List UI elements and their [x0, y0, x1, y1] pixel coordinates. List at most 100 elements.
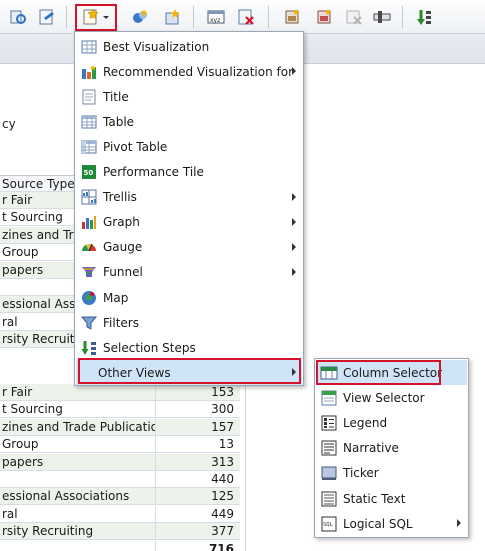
table-cell-value: 440 [155, 471, 240, 488]
add-view-icon [165, 9, 180, 25]
other-views-submenu: Column Selector View Selector Legend Narrat… [314, 358, 469, 538]
column-selector-icon [320, 364, 338, 382]
menu-item-funnel[interactable]: Funnel [76, 260, 302, 285]
table-row [0, 279, 76, 296]
table-cell: essional Associa [0, 296, 76, 314]
menu-item-title[interactable]: Title [76, 84, 302, 109]
menu-item-gauge[interactable]: Gauge [76, 235, 302, 260]
trellis-icon [80, 188, 98, 206]
table-cell-value: 313 [155, 453, 240, 471]
menu-item-label: Title [103, 89, 129, 104]
table-cell: papers [0, 453, 155, 471]
delete-view-button[interactable] [236, 7, 256, 27]
menu-item-other-views[interactable]: Other Views [76, 360, 302, 386]
table-cell: t Sourcing [0, 209, 76, 227]
map-icon [80, 289, 98, 307]
refresh-icon [10, 10, 26, 24]
pivot-table-icon [80, 138, 98, 156]
table-cell-value: 300 [155, 401, 240, 419]
delete-view-button-disabled[interactable] [344, 7, 364, 27]
table-row: papers 313 [0, 453, 240, 471]
menu-item-view-selector[interactable]: View Selector [316, 385, 467, 410]
menu-item-best-visualization[interactable]: Best Visualization [76, 34, 302, 59]
remove-icon [317, 9, 331, 24]
view-properties-button[interactable] [282, 7, 302, 27]
menu-item-label: Recommended Visualization for [103, 64, 294, 79]
submenu-arrow-icon [292, 67, 296, 76]
menu-item-label: Legend [343, 415, 388, 430]
table-row: rsity Recruiting 377 [0, 523, 240, 541]
submenu-arrow-icon [292, 368, 296, 377]
settings-icon [373, 11, 391, 23]
table-cell: t Sourcing [0, 401, 155, 419]
submenu-arrow-icon [457, 519, 461, 528]
edit-view-button[interactable] [37, 7, 57, 27]
menu-item-label: Graph [103, 215, 140, 230]
table-cell-value: 377 [155, 523, 240, 541]
table-cell-value: 153 [155, 384, 240, 401]
remove-view-button[interactable] [314, 7, 334, 27]
menu-item-trellis[interactable]: Trellis [76, 185, 302, 210]
table-cell: Group [0, 436, 155, 454]
menu-item-map[interactable]: Map [76, 285, 302, 310]
toolbar-separator [66, 6, 67, 28]
sort-button[interactable] [414, 7, 434, 27]
table-row: papers [0, 261, 76, 279]
menu-item-recommended-visualization-for[interactable]: Recommended Visualization for [76, 59, 302, 84]
menu-item-label: Gauge [103, 240, 143, 255]
selection-steps-icon [80, 339, 98, 357]
static-text-icon [320, 490, 338, 508]
menu-item-performance-tile[interactable]: 50 Performance Tile [76, 160, 302, 185]
submenu-arrow-icon [292, 267, 296, 276]
table-row: essional Associations 125 [0, 488, 240, 506]
menu-item-graph[interactable]: Graph [76, 210, 302, 235]
menu-item-column-selector[interactable]: Column Selector [316, 360, 467, 385]
menu-item-label: Table [103, 114, 135, 129]
menu-item-logical-sql[interactable]: SQL Logical SQL [316, 511, 467, 536]
menu-item-label: Performance Tile [103, 165, 204, 179]
menu-item-pivot-table[interactable]: Pivot Table [76, 134, 302, 159]
menu-item-label: Static Text [343, 491, 406, 506]
table-cell: r Fair [0, 192, 76, 209]
new-view-button[interactable] [80, 7, 114, 27]
funnel-icon [80, 263, 98, 281]
menu-item-label: Narrative [343, 441, 399, 456]
table-cell: Group [0, 244, 76, 262]
menu-item-ticker[interactable]: Ticker [316, 461, 467, 486]
gauge-icon [80, 238, 98, 256]
graph-icon [80, 213, 98, 231]
menu-item-narrative[interactable]: Narrative [316, 436, 467, 461]
table-row: Group 13 [0, 436, 240, 454]
refresh-view-button[interactable] [8, 7, 28, 27]
menu-item-label: Ticker [343, 466, 379, 481]
table-row: r Fair 153 [0, 384, 240, 401]
properties-icon [285, 9, 299, 24]
menu-item-filters[interactable]: Filters [76, 310, 302, 335]
toolbar-separator [402, 6, 403, 28]
menu-item-label: View Selector [343, 390, 425, 405]
svg-text:SQL: SQL [323, 522, 334, 528]
add-compound-layout-button[interactable] [130, 7, 150, 27]
menu-item-legend[interactable]: Legend [316, 410, 467, 435]
toolbar-separator [268, 6, 269, 28]
new-view-menu: Best Visualization Recommended Visualizat… [74, 31, 304, 386]
menu-item-selection-steps[interactable]: Selection Steps [76, 335, 302, 360]
table-total-value: 716 [155, 541, 240, 551]
format-icon: xyz [207, 10, 225, 24]
table-row: ral 449 [0, 505, 240, 523]
format-container-button[interactable]: xyz [206, 7, 226, 27]
view-settings-button[interactable] [372, 7, 392, 27]
table-cell: rsity Recruiting [0, 523, 155, 541]
delete-icon [238, 9, 254, 25]
menu-item-table[interactable]: Table [76, 109, 302, 134]
menu-item-label: Column Selector [343, 365, 443, 380]
table-icon [80, 113, 98, 131]
filter-icon [80, 314, 98, 332]
add-view-button[interactable] [162, 7, 182, 27]
menu-item-static-text[interactable]: Static Text [316, 486, 467, 511]
table-cell: r Fair [0, 384, 155, 401]
menu-item-label: Pivot Table [103, 139, 168, 154]
table-total-row: 716 [0, 541, 240, 551]
table-cell: essional Associations [0, 488, 155, 506]
toolbar-separator [193, 6, 194, 28]
